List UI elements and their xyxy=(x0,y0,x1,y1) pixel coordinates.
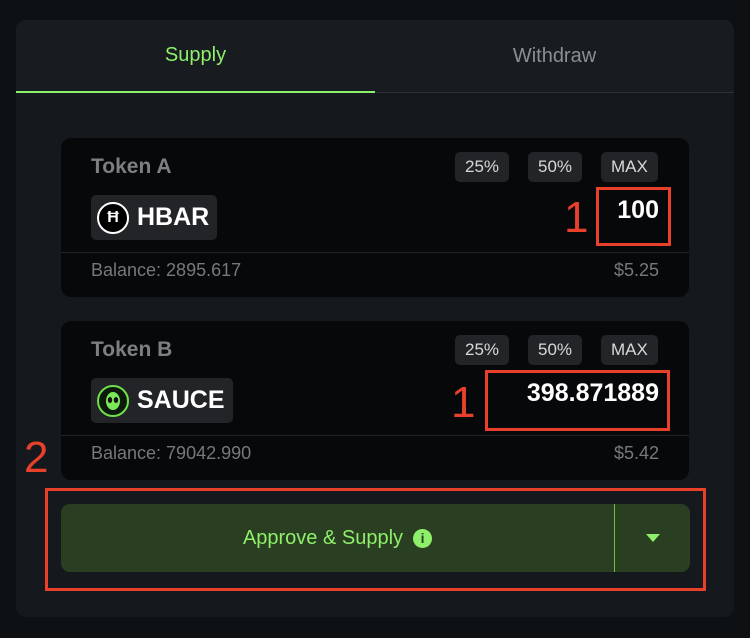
token-a-label: Token A xyxy=(91,155,172,178)
pct-25-button[interactable]: 25% xyxy=(455,335,510,365)
max-button[interactable]: MAX xyxy=(601,335,658,365)
token-b-balance: Balance: 79042.990 xyxy=(91,443,252,463)
token-b-label: Token B xyxy=(91,338,173,361)
pct-25-button[interactable]: 25% xyxy=(455,152,510,182)
token-a-selector[interactable]: Ħ HBAR xyxy=(91,195,218,240)
token-b-usd-value: $5.42 xyxy=(613,443,659,463)
token-b-selector[interactable]: SAUCE xyxy=(91,378,233,423)
token-a-usd-value: $5.25 xyxy=(613,260,659,280)
token-b-symbol: SAUCE xyxy=(137,386,225,414)
tab-bar: Supply Withdraw xyxy=(16,20,734,93)
hbar-icon: Ħ xyxy=(97,201,129,234)
max-button[interactable]: MAX xyxy=(601,152,658,182)
tab-supply[interactable]: Supply xyxy=(16,20,375,93)
divider xyxy=(61,435,689,436)
annotation-box-amount-b xyxy=(485,370,670,431)
divider xyxy=(61,252,689,253)
token-a-balance: Balance: 2895.617 xyxy=(91,260,242,280)
token-a-card: Token A 25% 50% MAX Ħ HBAR 100 Balance: … xyxy=(61,138,689,297)
annotation-label-1a: 1 xyxy=(564,193,589,242)
annotation-box-amount-a xyxy=(596,187,671,246)
annotation-label-1b: 1 xyxy=(451,378,476,427)
pct-50-button[interactable]: 50% xyxy=(528,152,583,182)
sauce-alien-icon xyxy=(97,384,129,417)
token-a-symbol: HBAR xyxy=(137,203,210,231)
annotation-box-button xyxy=(45,488,706,591)
tab-withdraw[interactable]: Withdraw xyxy=(375,20,734,93)
annotation-label-2: 2 xyxy=(24,433,49,482)
pct-50-button[interactable]: 50% xyxy=(528,335,583,365)
